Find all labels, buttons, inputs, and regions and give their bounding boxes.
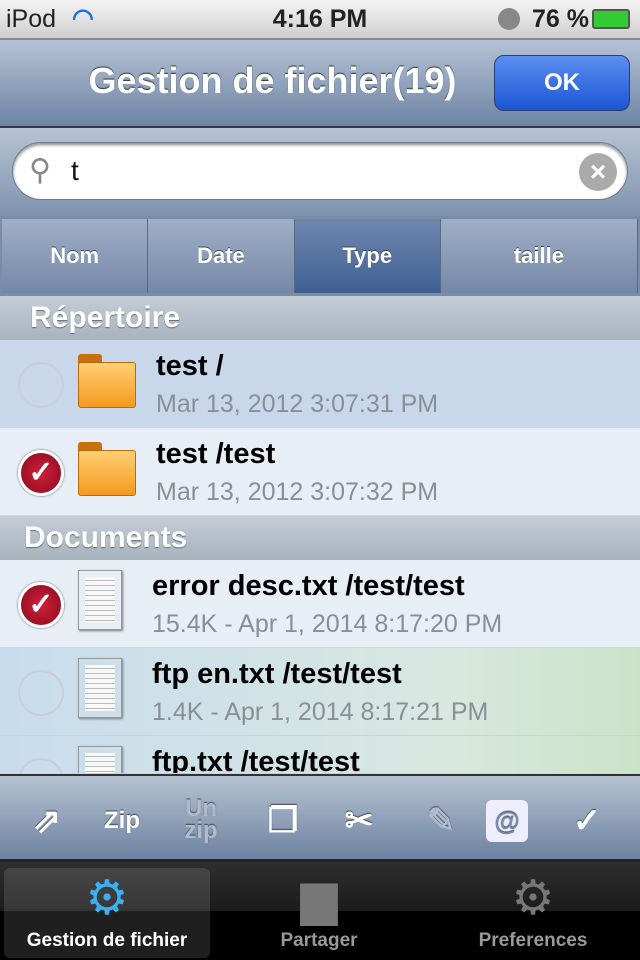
battery-icon bbox=[592, 9, 630, 29]
folder-icon bbox=[78, 354, 136, 410]
network-folder-icon: ▆ bbox=[300, 872, 338, 925]
list-item[interactable]: ✓ error desc.txt /test/test 15.4K - Apr … bbox=[0, 560, 640, 648]
folder-gear-icon: ⚙ bbox=[85, 872, 129, 925]
checkbox[interactable] bbox=[18, 362, 64, 408]
item-name: ftp en.txt /test/test bbox=[152, 658, 402, 690]
cut-icon[interactable]: ✂ bbox=[334, 796, 384, 846]
item-name: test /test bbox=[156, 438, 276, 470]
checkbox[interactable] bbox=[18, 758, 64, 773]
item-detail: Mar 13, 2012 3:07:32 PM bbox=[156, 478, 439, 506]
item-name: test / bbox=[156, 350, 224, 382]
sort-segmented-control: Nom Date Type taille bbox=[0, 216, 640, 296]
zip-button[interactable]: Zip bbox=[97, 796, 147, 846]
item-detail: Mar 13, 2012 3:07:31 PM bbox=[156, 390, 439, 418]
sort-nom[interactable]: Nom bbox=[2, 219, 149, 293]
item-detail: 1.4K - Apr 1, 2014 8:17:21 PM bbox=[152, 698, 489, 726]
clear-icon[interactable]: × bbox=[579, 153, 617, 191]
email-icon[interactable]: @ bbox=[486, 800, 528, 842]
document-icon bbox=[78, 658, 122, 718]
list-item[interactable]: ftp.txt /test/test bbox=[0, 736, 640, 774]
unzip-bottom: zip bbox=[184, 817, 218, 844]
checkbox-checked[interactable]: ✓ bbox=[18, 450, 64, 496]
item-detail: 15.4K - Apr 1, 2014 8:17:20 PM bbox=[152, 610, 503, 638]
page-title: Gestion de fichier(19) bbox=[88, 60, 457, 101]
unzip-button[interactable]: Un zip bbox=[176, 796, 226, 846]
action-toolbar: ⇗ Zip Un zip ❐ ✂ ✎ @ ✓ bbox=[0, 774, 640, 862]
select-all-icon[interactable]: ✓ bbox=[562, 796, 612, 846]
document-icon bbox=[78, 570, 122, 630]
tab-label: Preferences bbox=[478, 930, 588, 951]
search-icon: ⚲ bbox=[29, 154, 51, 187]
list-item[interactable]: test / Mar 13, 2012 3:07:31 PM bbox=[0, 340, 640, 428]
checkbox[interactable] bbox=[18, 670, 64, 716]
tab-gestion-de-fichier[interactable]: ⚙ Gestion de fichier bbox=[4, 868, 210, 958]
list-item[interactable]: ftp en.txt /test/test 1.4K - Apr 1, 2014… bbox=[0, 648, 640, 736]
gear-icon: ⚙ bbox=[511, 872, 555, 925]
list-item[interactable]: ✓ test /test Mar 13, 2012 3:07:32 PM bbox=[0, 428, 640, 516]
item-name: error desc.txt /test/test bbox=[152, 570, 465, 602]
sort-taille[interactable]: taille bbox=[440, 219, 638, 293]
search-input[interactable]: ⚲ t × bbox=[12, 142, 628, 200]
nav-bar: Gestion de fichier(19) OK bbox=[0, 40, 640, 128]
document-icon bbox=[78, 746, 122, 773]
sort-date[interactable]: Date bbox=[148, 219, 295, 293]
copy-icon[interactable]: ❐ bbox=[258, 796, 308, 846]
tab-label: Partager bbox=[280, 930, 358, 951]
status-bar: iPod ◠ 4:16 PM 76 % bbox=[0, 0, 640, 40]
tab-partager[interactable]: ▆ Partager bbox=[216, 868, 422, 958]
tab-label: Gestion de fichier bbox=[26, 930, 188, 951]
folder-icon bbox=[78, 442, 136, 498]
sort-type[interactable]: Type bbox=[294, 219, 441, 293]
search-bar: ⚲ t × bbox=[0, 128, 640, 216]
tab-bar: ⚙ Gestion de fichier ▆ Partager ⚙ Prefer… bbox=[0, 862, 640, 960]
item-name: ftp.txt /test/test bbox=[152, 746, 360, 774]
search-value: t bbox=[71, 155, 79, 186]
section-header: Documents bbox=[0, 516, 640, 560]
tab-preferences[interactable]: ⚙ Preferences bbox=[430, 868, 636, 958]
ok-button[interactable]: OK bbox=[494, 55, 630, 111]
checkbox-checked[interactable]: ✓ bbox=[18, 582, 64, 628]
edit-icon[interactable]: ✎ bbox=[416, 796, 466, 846]
battery-percent: 76 % bbox=[532, 5, 589, 33]
section-header: Répertoire bbox=[0, 296, 640, 340]
share-icon[interactable]: ⇗ bbox=[22, 796, 72, 846]
alarm-icon bbox=[498, 8, 520, 30]
